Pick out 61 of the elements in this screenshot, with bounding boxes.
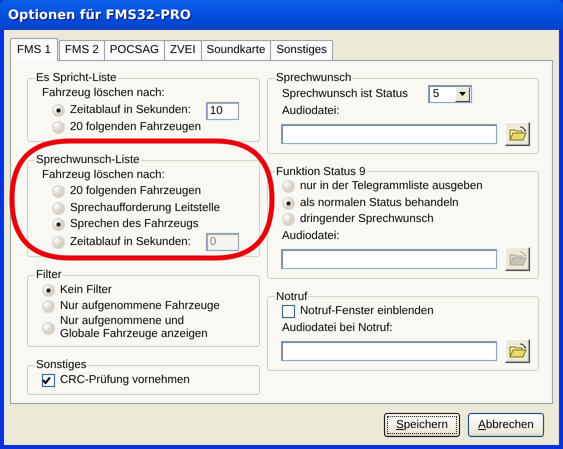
- radio-label: als normalen Status behandeln: [300, 196, 459, 210]
- group-title: Filter: [35, 269, 63, 281]
- radio-button[interactable]: [52, 104, 65, 117]
- radio-button[interactable]: [52, 236, 65, 248]
- file-path-field[interactable]: [281, 248, 497, 268]
- open-folder-icon: [508, 126, 526, 142]
- radio-label: Zeitablauf in Sekunden:: [70, 236, 191, 248]
- field-label: Fahrzeug löschen nach:: [42, 169, 165, 182]
- radio-button[interactable]: [282, 213, 295, 226]
- browse-button[interactable]: [505, 122, 530, 146]
- radio-label: Kein Filter: [60, 284, 112, 297]
- radio-label: Zeitablauf in Sekunden:: [70, 104, 191, 117]
- open-folder-icon: [508, 342, 526, 358]
- open-folder-icon: [508, 250, 526, 266]
- radio-button[interactable]: [282, 180, 295, 194]
- tab[interactable]: FMS 2: [58, 40, 105, 60]
- browse-button[interactable]: [505, 338, 530, 362]
- tab[interactable]: POCSAG: [104, 40, 165, 60]
- radio-label: 20 folgenden Fahrzeugen: [70, 185, 202, 198]
- radio-button[interactable]: [282, 196, 295, 210]
- field-label: Audiodatei:: [282, 105, 340, 118]
- group-title: Notruf: [275, 290, 308, 302]
- radio-label: 20 folgenden Fahrzeugen: [70, 121, 202, 134]
- radio-button[interactable]: [42, 322, 55, 334]
- radio-label: dringender Sprechwunsch: [300, 213, 434, 226]
- group-title: Sonstiges: [35, 359, 88, 371]
- number-field[interactable]: 10: [206, 102, 239, 120]
- group-title: Sprechwunsch: [275, 72, 352, 84]
- window-title: Optionen für FMS32-PRO: [8, 8, 191, 22]
- file-path-field[interactable]: [281, 340, 497, 360]
- radio-label: Nur aufgenommene und Globale Fahrzeuge anzeigen: [60, 315, 208, 341]
- radio-label: Sprechaufforderung Leitstelle: [70, 202, 220, 215]
- checkbox-label: Notruf-Fenster einblenden: [300, 305, 434, 318]
- field-label: Audiodatei:: [282, 230, 340, 242]
- field-label: Fahrzeug löschen nach:: [42, 87, 165, 100]
- tab[interactable]: FMS 1: [10, 38, 58, 61]
- group-title: Es Spricht-Liste: [35, 72, 118, 84]
- field-label: Sprechwunsch ist Status: [282, 88, 408, 100]
- radio-button[interactable]: [52, 202, 65, 215]
- file-path-field[interactable]: [281, 124, 497, 144]
- radio-label: Nur aufgenommene Fahrzeuge: [60, 300, 220, 314]
- checkbox[interactable]: [42, 374, 55, 387]
- group-title: Funktion Status 9: [275, 166, 366, 178]
- cancel-button[interactable]: Abbrechen: [468, 413, 544, 437]
- save-button[interactable]: Speichern: [384, 413, 460, 437]
- radio-button[interactable]: [52, 185, 65, 198]
- tab[interactable]: ZVEI: [164, 40, 202, 60]
- radio-button[interactable]: [42, 284, 55, 297]
- radio-button[interactable]: [42, 300, 55, 314]
- radio-button[interactable]: [52, 121, 65, 134]
- group-title: Sprechwunsch-Liste: [35, 154, 141, 166]
- tab[interactable]: Soundkarte: [200, 40, 272, 60]
- caret-icon: [458, 92, 466, 96]
- radio-label: Sprechen des Fahrzeugs: [70, 218, 198, 232]
- status-dropdown[interactable]: 5: [428, 85, 472, 103]
- checkbox[interactable]: [282, 305, 295, 318]
- checkbox-label: CRC-Prüfung vornehmen: [60, 374, 190, 387]
- field-label: Audiodatei bei Notruf:: [282, 322, 393, 334]
- radio-label: nur in der Telegrammliste ausgeben: [300, 180, 483, 194]
- tab[interactable]: Sonstiges: [270, 40, 333, 60]
- radio-button[interactable]: [52, 218, 65, 232]
